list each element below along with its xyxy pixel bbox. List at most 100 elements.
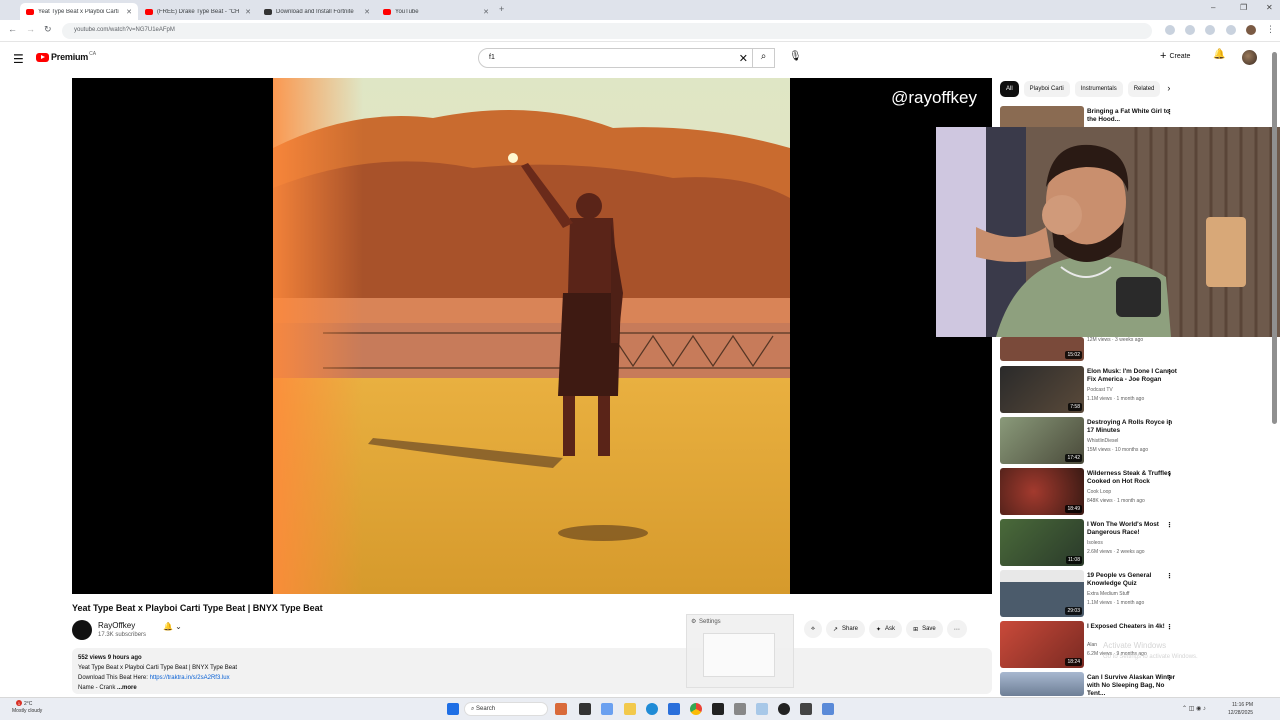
video-thumbnail[interactable]: 7:58 <box>1000 366 1084 413</box>
more-icon[interactable]: ⋮ <box>1166 419 1173 427</box>
list-item[interactable]: 17:42 Destroying A Rolls Royce in 17 Min… <box>1000 417 1190 464</box>
chip-related[interactable]: Related <box>1127 81 1161 97</box>
menu-icon[interactable]: ☰ <box>13 52 24 66</box>
list-item[interactable]: Can I Survive Alaskan Winter with No Sle… <box>1000 672 1190 697</box>
weather-widget[interactable]: 1 2°C Mostly cloudy <box>12 700 42 715</box>
search-icon[interactable]: ⌕ <box>752 48 774 68</box>
system-tray[interactable]: ⌃ ◫ ◉ ♪ <box>1182 705 1206 712</box>
taskbar-search[interactable]: ⌕ Search <box>464 702 548 716</box>
save-icon: ⊞ <box>913 626 919 633</box>
chevron-right-icon[interactable]: › <box>1165 81 1170 97</box>
list-item[interactable]: 15:02 12M views · 3 weeks ago <box>1000 337 1190 361</box>
create-label: Create <box>1169 52 1191 60</box>
clip-button[interactable]: ⟡ <box>804 620 822 638</box>
copilot-icon[interactable] <box>601 703 613 715</box>
profile-icon[interactable] <box>1246 25 1256 35</box>
download-link[interactable]: https://traktra.in/s/2sA2Rf3.lux <box>150 675 230 681</box>
close-tab-icon[interactable]: ✕ <box>364 8 370 16</box>
store-icon[interactable] <box>668 703 680 715</box>
clear-search-icon[interactable]: ✕ <box>739 52 748 65</box>
more-icon[interactable]: ⋮ <box>1166 470 1173 478</box>
more-icon[interactable]: ⋮ <box>1166 108 1173 116</box>
video-thumbnail[interactable]: 29:03 <box>1000 570 1084 617</box>
forward-icon[interactable]: → <box>26 24 35 34</box>
video-thumbnail[interactable]: 18:49 <box>1000 468 1084 515</box>
downloads-icon[interactable] <box>1185 25 1195 35</box>
reload-icon[interactable]: ↻ <box>44 24 52 35</box>
page-scrollbar[interactable] <box>1272 48 1278 694</box>
new-tab-button[interactable]: + <box>499 4 504 14</box>
close-tab-icon[interactable]: ✕ <box>483 8 489 16</box>
subscribed-bell-button[interactable]: 🔔 ⌄ <box>163 622 182 631</box>
browser-tab-title: (FREE) Drake Type Beat - "CHA <box>157 8 239 15</box>
browser-tab[interactable]: YouTube ✕ <box>377 3 495 20</box>
edge-icon[interactable] <box>646 703 658 715</box>
youtube-logo[interactable]: Premium CA <box>36 51 96 62</box>
start-icon[interactable] <box>447 703 459 715</box>
bookmark-icon[interactable] <box>1226 25 1236 35</box>
list-item[interactable]: 11:08 I Won The World's Most Dangerous R… <box>1000 519 1190 566</box>
video-thumbnail[interactable] <box>1000 672 1084 696</box>
calculator-icon[interactable] <box>800 703 812 715</box>
photos-icon[interactable] <box>756 703 768 715</box>
list-item[interactable]: 7:58 Elon Musk: I'm Done I Cannot Fix Am… <box>1000 366 1190 413</box>
clock[interactable]: 11:16 PM 12/28/2025 <box>1228 701 1253 717</box>
back-icon[interactable]: ← <box>8 24 17 34</box>
media-icon[interactable] <box>778 703 790 715</box>
more-icon[interactable]: ⋮ <box>1166 674 1173 682</box>
task-view-icon[interactable] <box>579 703 591 715</box>
channel-name[interactable]: RayOffkey <box>98 621 135 630</box>
video-thumbnail[interactable]: 17:42 <box>1000 417 1084 464</box>
video-player[interactable]: @rayoffkey <box>72 78 992 594</box>
url-input[interactable]: youtube.com/watch?v=NG7U1eAFpM <box>62 23 1152 39</box>
app-icon[interactable] <box>822 703 834 715</box>
list-item[interactable]: 18:49 Wilderness Steak & Truffles Cooked… <box>1000 468 1190 515</box>
browser-tab[interactable]: Download and Install Fortnite ✕ <box>258 3 376 20</box>
video-thumbnail[interactable]: 18:24 <box>1000 621 1084 668</box>
list-item[interactable]: 29:03 19 People vs General Knowledge Qui… <box>1000 570 1190 617</box>
video-thumbnail[interactable]: 11:08 <box>1000 519 1084 566</box>
browser-tab-title: Yeat Type Beat x Playboi Carti <box>38 8 119 15</box>
minimize-icon[interactable]: – <box>1211 3 1215 12</box>
more-icon[interactable]: ⋮ <box>1166 623 1173 631</box>
share-button[interactable]: ↗ Share <box>825 620 866 638</box>
app-icon[interactable] <box>555 703 567 715</box>
chip-instrumentals[interactable]: Instrumentals <box>1074 81 1123 97</box>
more-icon[interactable]: ⋮ <box>1166 521 1173 529</box>
close-tab-icon[interactable]: ✕ <box>126 8 132 16</box>
description-box[interactable]: 552 views 9 hours ago Yeat Type Beat x P… <box>72 648 992 694</box>
window-close-icon[interactable]: ✕ <box>1266 3 1273 12</box>
scrollbar-thumb[interactable] <box>1272 52 1277 424</box>
chrome-icon[interactable] <box>690 703 702 715</box>
more-actions-button[interactable]: ⋯ <box>946 620 967 638</box>
fortnite-favicon-icon <box>264 8 272 15</box>
chip-all[interactable]: All <box>1000 81 1019 97</box>
chip-playboi-carti[interactable]: Playboi Carti <box>1023 81 1070 97</box>
browser-menu-icon[interactable]: ⋮ <box>1266 24 1275 35</box>
browser-tab[interactable]: (FREE) Drake Type Beat - "CHA ✕ <box>139 3 257 20</box>
ask-button[interactable]: ✦ Ask <box>869 620 903 638</box>
obs-icon[interactable] <box>712 703 724 715</box>
create-button[interactable]: + Create <box>1160 50 1190 62</box>
notifications-icon[interactable]: 🔔 <box>1213 49 1225 60</box>
search-input[interactable]: f1 ✕ ⌕ <box>478 48 775 68</box>
file-explorer-icon[interactable] <box>624 703 636 715</box>
avatar[interactable] <box>1242 50 1257 65</box>
save-label: Save <box>922 626 936 632</box>
microphone-icon[interactable]: 🎙 <box>789 51 802 62</box>
channel-avatar[interactable] <box>72 620 92 640</box>
settings-window-preview[interactable]: ⚙ Settings <box>686 614 794 688</box>
browser-tab[interactable]: Yeat Type Beat x Playboi Carti ✕ <box>20 3 138 20</box>
maximize-icon[interactable]: ❐ <box>1240 3 1247 12</box>
save-button[interactable]: ⊞ Save <box>906 620 943 638</box>
share-label: Share <box>842 626 859 632</box>
extension-icon[interactable] <box>1165 25 1175 35</box>
close-tab-icon[interactable]: ✕ <box>245 8 251 16</box>
more-icon[interactable]: ⋮ <box>1166 368 1173 376</box>
more-icon[interactable]: ⋮ <box>1166 572 1173 580</box>
rec-meta: 2.6M views · 2 weeks ago <box>1087 549 1145 555</box>
settings-app-icon[interactable] <box>734 703 746 715</box>
sidepanel-icon[interactable] <box>1205 25 1215 35</box>
show-more-link[interactable]: ...more <box>117 685 137 691</box>
video-thumbnail[interactable]: 15:02 <box>1000 337 1084 361</box>
